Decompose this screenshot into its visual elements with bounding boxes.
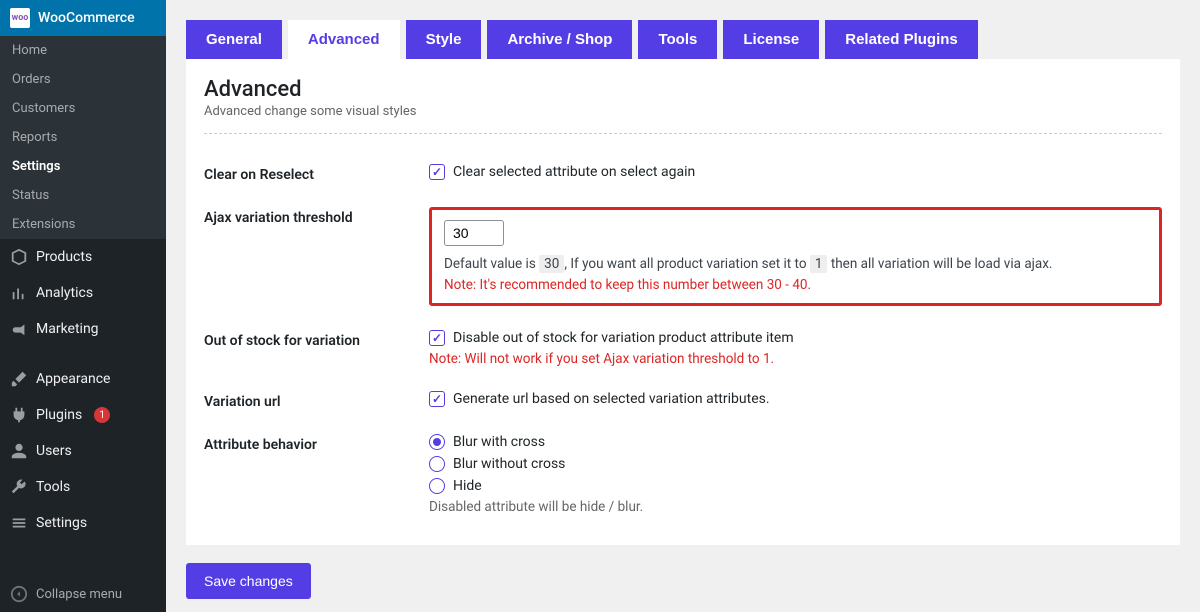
- megaphone-icon: [10, 320, 28, 338]
- input-ajax-threshold[interactable]: [444, 220, 504, 246]
- divider: [204, 133, 1162, 134]
- note-out-of-stock: Note: Will not work if you set Ajax vari…: [429, 351, 1162, 367]
- woocommerce-submenu: Home Orders Customers Reports Settings S…: [0, 36, 166, 239]
- text-clear-reselect: Clear selected attribute on select again: [453, 164, 695, 180]
- user-icon: [10, 442, 28, 460]
- admin-sidebar: woo WooCommerce Home Orders Customers Re…: [0, 0, 166, 612]
- main-content: General Advanced Style Archive / Shop To…: [166, 0, 1200, 612]
- submenu-orders[interactable]: Orders: [0, 65, 166, 94]
- tab-related-plugins[interactable]: Related Plugins: [825, 20, 978, 59]
- submenu-extensions[interactable]: Extensions: [0, 210, 166, 239]
- row-ajax-threshold: Ajax variation threshold Default value i…: [186, 195, 1180, 318]
- submenu-settings[interactable]: Settings: [0, 152, 166, 181]
- panel-title: Advanced: [186, 77, 1180, 102]
- help-ajax-threshold: Default value is 30, If you want all pro…: [444, 256, 1147, 272]
- submenu-status[interactable]: Status: [0, 181, 166, 210]
- help-attribute-behavior: Disabled attribute will be hide / blur.: [429, 499, 1162, 515]
- settings-tabs: General Advanced Style Archive / Shop To…: [186, 20, 1180, 59]
- radio-hide[interactable]: [429, 478, 445, 494]
- chart-icon: [10, 284, 28, 302]
- tab-tools[interactable]: Tools: [638, 20, 717, 59]
- row-clear-reselect: Clear on Reselect Clear selected attribu…: [186, 152, 1180, 195]
- submenu-reports[interactable]: Reports: [0, 123, 166, 152]
- save-button[interactable]: Save changes: [186, 563, 311, 599]
- tab-archive-shop[interactable]: Archive / Shop: [487, 20, 632, 59]
- label-attribute-behavior: Attribute behavior: [204, 434, 429, 515]
- nav-plugins[interactable]: Plugins1: [0, 397, 166, 433]
- radio-blur-no-cross[interactable]: [429, 456, 445, 472]
- checkbox-variation-url[interactable]: [429, 391, 445, 407]
- box-icon: [10, 248, 28, 266]
- plugin-icon: [10, 406, 28, 424]
- checkbox-out-of-stock[interactable]: [429, 330, 445, 346]
- nav-analytics[interactable]: Analytics: [0, 275, 166, 311]
- collapse-icon: [10, 585, 28, 603]
- advanced-panel: Advanced Advanced change some visual sty…: [186, 59, 1180, 545]
- tab-general[interactable]: General: [186, 20, 282, 59]
- nav-tools[interactable]: Tools: [0, 469, 166, 505]
- text-out-of-stock: Disable out of stock for variation produ…: [453, 330, 794, 346]
- checkbox-clear-reselect[interactable]: [429, 164, 445, 180]
- tab-style[interactable]: Style: [406, 20, 482, 59]
- radio-group-behavior: Blur with cross Blur without cross Hide: [429, 434, 1162, 494]
- brush-icon: [10, 370, 28, 388]
- woocommerce-header[interactable]: woo WooCommerce: [0, 0, 166, 36]
- tab-advanced[interactable]: Advanced: [288, 20, 400, 59]
- radio-blur-cross[interactable]: [429, 434, 445, 450]
- woocommerce-icon: woo: [10, 8, 30, 28]
- highlight-box: Default value is 30, If you want all pro…: [429, 207, 1162, 306]
- nav-users[interactable]: Users: [0, 433, 166, 469]
- label-out-of-stock: Out of stock for variation: [204, 330, 429, 367]
- nav-marketing[interactable]: Marketing: [0, 311, 166, 347]
- settings-form: Clear on Reselect Clear selected attribu…: [186, 152, 1180, 527]
- nav-settings[interactable]: Settings: [0, 505, 166, 541]
- collapse-menu[interactable]: Collapse menu: [0, 576, 166, 612]
- nav-appearance[interactable]: Appearance: [0, 361, 166, 397]
- woocommerce-title: WooCommerce: [38, 10, 135, 26]
- label-variation-url: Variation url: [204, 391, 429, 410]
- sliders-icon: [10, 514, 28, 532]
- panel-description: Advanced change some visual styles: [186, 102, 1180, 119]
- nav-products[interactable]: Products: [0, 239, 166, 275]
- text-variation-url: Generate url based on selected variation…: [453, 391, 770, 407]
- tab-license[interactable]: License: [723, 20, 819, 59]
- row-variation-url: Variation url Generate url based on sele…: [186, 379, 1180, 422]
- label-ajax-threshold: Ajax variation threshold: [204, 207, 429, 306]
- submenu-home[interactable]: Home: [0, 36, 166, 65]
- row-out-of-stock: Out of stock for variation Disable out o…: [186, 318, 1180, 379]
- label-clear-reselect: Clear on Reselect: [204, 164, 429, 183]
- plugin-badge: 1: [94, 407, 110, 423]
- row-attribute-behavior: Attribute behavior Blur with cross Blur …: [186, 422, 1180, 527]
- submenu-customers[interactable]: Customers: [0, 94, 166, 123]
- note-ajax-threshold: Note: It's recommended to keep this numb…: [444, 277, 1147, 293]
- wrench-icon: [10, 478, 28, 496]
